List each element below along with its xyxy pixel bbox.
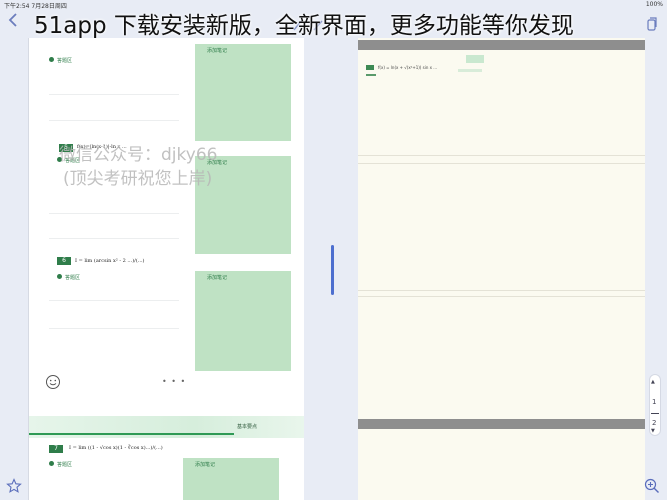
- smile-icon[interactable]: [45, 374, 61, 390]
- problem-formula: I = lim ((1 - √cos x)(1 - ∛cos x)...)/(.…: [69, 445, 163, 451]
- divider: [358, 296, 645, 297]
- add-note-label: 添加笔记: [207, 275, 228, 281]
- promo-title: 51app 下载安装新版，全新界面，更多功能等你发现: [34, 13, 574, 39]
- star-icon[interactable]: [6, 478, 22, 494]
- answer-area-icon: [49, 57, 54, 62]
- problem-formula: I = lim (arcsin x² - 2 ...)/(...): [75, 258, 145, 264]
- note-area[interactable]: [466, 55, 484, 63]
- back-button[interactable]: [8, 12, 24, 34]
- chevron-left-icon: [8, 13, 17, 27]
- add-note-label: 添加笔记: [207, 48, 228, 54]
- right-document-page[interactable]: f(x) = ln(x + √(x²+1)) sin x ...: [358, 38, 645, 500]
- divider: [358, 290, 645, 291]
- page-separator: [651, 413, 659, 414]
- page-top-band: [358, 40, 645, 50]
- divider: [358, 155, 645, 156]
- scroll-up-icon[interactable]: ▲: [651, 379, 655, 385]
- divider: [49, 328, 179, 329]
- problem-number: 6: [57, 257, 71, 265]
- divider: [358, 163, 645, 164]
- watermark-subtext: (顶尖考研祝您上岸): [63, 169, 213, 189]
- divider: [49, 120, 179, 121]
- note-area[interactable]: [195, 44, 291, 141]
- more-dots[interactable]: • • •: [162, 377, 186, 386]
- divider: [49, 238, 179, 239]
- page-break-band: [358, 419, 645, 429]
- left-document-page[interactable]: 答题区 添加笔记 5 f(x)=|ln(x-1)|-ln x ... 答题区 添…: [28, 38, 304, 500]
- answer-marker: [366, 74, 376, 76]
- answer-area-label: 答题区: [57, 462, 73, 468]
- current-page: 1: [652, 398, 657, 406]
- divider: [49, 300, 179, 301]
- answer-area-label: 答题区: [57, 58, 73, 64]
- section-line: [29, 433, 234, 435]
- scroll-down-icon[interactable]: ▼: [651, 428, 655, 434]
- section-title: 基本要点: [237, 424, 258, 430]
- split-view-handle[interactable]: [331, 245, 334, 295]
- problem-number-marker: [366, 65, 374, 70]
- total-pages: 2: [652, 419, 657, 427]
- zoom-in-icon[interactable]: [643, 477, 661, 495]
- answer-area-label: 答题区: [65, 275, 81, 281]
- add-note-label: 添加笔记: [195, 462, 216, 468]
- reader-screen: 下午2:54 7月28日周四 100% 答题区 添加笔记 5 f(x)=|ln(…: [0, 0, 667, 500]
- note-area[interactable]: [195, 271, 291, 371]
- problem-number: 7: [49, 445, 63, 453]
- copy-button[interactable]: [647, 16, 657, 31]
- answer-area-icon: [49, 461, 54, 466]
- problem-formula: f(x) = ln(x + √(x²+1)) sin x ...: [378, 65, 438, 70]
- watermark-text: 微信公众号：djky66: [59, 145, 218, 165]
- answer-area-icon: [57, 274, 62, 279]
- note-tag: [458, 69, 482, 72]
- battery-status: 100%: [645, 1, 663, 8]
- divider: [49, 94, 179, 95]
- copy-icon: [647, 17, 657, 31]
- divider: [49, 213, 179, 214]
